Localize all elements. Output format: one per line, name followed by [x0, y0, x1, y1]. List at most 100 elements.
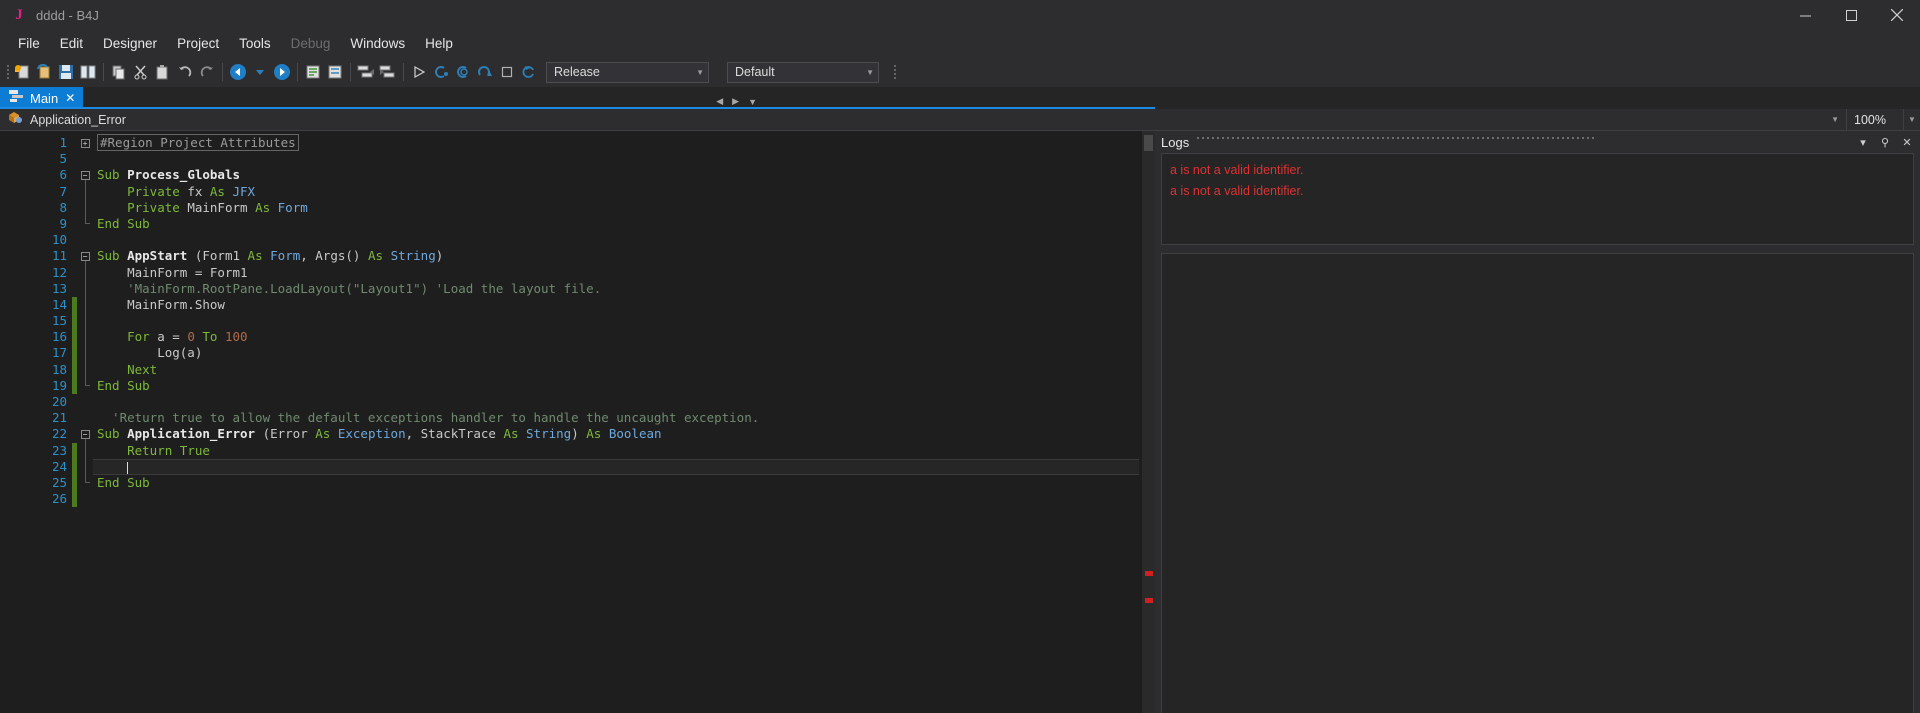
device-config-dropdown[interactable]: Default ▼ [727, 61, 879, 83]
comment-icon[interactable] [302, 60, 324, 84]
toolbar-separator [222, 63, 223, 81]
copy-icon[interactable] [108, 60, 130, 84]
code-line[interactable]: Private fx As JFX [93, 184, 1142, 200]
line-number: 19 [51, 377, 67, 393]
back-dropdown-icon[interactable] [249, 60, 271, 84]
build-config-dropdown[interactable]: Release ▼ [546, 61, 709, 83]
logs-drag-grip[interactable] [1197, 137, 1848, 147]
window-title: dddd - B4J [36, 7, 99, 23]
open-project-icon[interactable] [33, 60, 55, 84]
chevron-down-icon[interactable]: ▼ [1904, 115, 1920, 124]
code-line[interactable] [93, 232, 1142, 248]
menu-item-project[interactable]: Project [167, 33, 229, 54]
undo-icon[interactable] [174, 60, 196, 84]
chevron-left-icon[interactable]: ◀ [716, 96, 723, 107]
menu-item-file[interactable]: File [8, 33, 50, 54]
code-line[interactable]: #Region Project Attributes [93, 134, 1142, 151]
chevron-down-icon[interactable]: ▼ [1831, 115, 1839, 124]
stop-icon[interactable] [496, 60, 518, 84]
minimize-icon[interactable] [1782, 0, 1828, 30]
code-editor[interactable]: 1 5 6 7 8 9 10 11 12 13 14 15 16 17 18 19 20 21 22 23 24 25 26… [0, 131, 1155, 713]
run-icon[interactable] [408, 60, 430, 84]
editor-scrollbar[interactable] [1142, 131, 1155, 713]
line-number-gutter: 1 5 6 7 8 9 10 11 12 13 14 15 16 17 18 19 20 21 22 23 24 25 26 [0, 131, 72, 713]
fold-collapse-icon[interactable]: − [80, 429, 90, 439]
logs-messages-panel[interactable]: a is not a valid identifier. a is not a v… [1161, 153, 1914, 245]
back-icon[interactable] [227, 60, 249, 84]
code-line[interactable]: Sub Process_Globals [93, 167, 1142, 183]
close-icon[interactable]: ✕ [1900, 136, 1914, 149]
main-area: 1 5 6 7 8 9 10 11 12 13 14 15 16 17 18 19 20 21 22 23 24 25 26… [0, 131, 1920, 713]
fold-marker[interactable]: − [77, 248, 93, 265]
new-project-icon[interactable] [11, 60, 33, 84]
device-config-value: Default [735, 65, 775, 79]
breadcrumb-row: Application_Error ▼ 100% ▼ [0, 108, 1920, 131]
save-as-icon[interactable] [77, 60, 99, 84]
code-line[interactable] [93, 313, 1142, 329]
menu-item-windows[interactable]: Windows [340, 33, 415, 54]
code-line[interactable]: Next [93, 362, 1142, 378]
code-line[interactable]: 'Return true to allow the default except… [93, 410, 1142, 426]
menu-item-tools[interactable]: Tools [229, 33, 281, 54]
error-marker[interactable] [1145, 571, 1153, 576]
scrollbar-thumb[interactable] [1144, 135, 1153, 151]
pin-icon[interactable]: ⚲ [1878, 136, 1892, 149]
code-folding-gutter[interactable]: + − − − [77, 131, 93, 713]
menu-item-edit[interactable]: Edit [50, 33, 93, 54]
fold-collapse-icon[interactable]: − [80, 170, 90, 180]
redo-icon[interactable] [196, 60, 218, 84]
indent-icon[interactable] [377, 60, 399, 84]
code-line[interactable]: MainForm = Form1 [93, 265, 1142, 281]
code-line[interactable] [93, 491, 1142, 507]
code-line[interactable]: MainForm.Show [93, 297, 1142, 313]
fold-marker[interactable]: + [77, 135, 93, 151]
close-icon[interactable]: ✕ [65, 91, 75, 105]
chevron-down-icon[interactable]: ▾ [1856, 136, 1870, 149]
code-content[interactable]: #Region Project Attributes Sub Process_G… [93, 131, 1142, 713]
code-line[interactable]: End Sub [93, 475, 1142, 491]
outdent-icon[interactable] [355, 60, 377, 84]
paste-icon[interactable] [152, 60, 174, 84]
chevron-right-icon[interactable]: ▶ [732, 96, 739, 107]
continue-icon[interactable] [474, 60, 496, 84]
fold-collapse-icon[interactable]: − [80, 251, 90, 261]
code-line[interactable]: Sub AppStart (Form1 As Form, Args() As S… [93, 248, 1142, 264]
code-line[interactable]: Return True [93, 443, 1142, 459]
code-line[interactable]: Log(a) [93, 345, 1142, 361]
code-line[interactable] [93, 458, 1139, 475]
sub-selector-dropdown[interactable]: Application_Error ▼ [0, 109, 1846, 131]
line-number: 9 [59, 215, 67, 231]
forward-icon[interactable] [271, 60, 293, 84]
fold-marker[interactable]: − [77, 167, 93, 184]
code-token: 0 [187, 329, 195, 345]
run-inspect-icon[interactable] [452, 60, 474, 84]
run-debug-icon[interactable] [430, 60, 452, 84]
logs-output-panel[interactable] [1161, 253, 1914, 713]
error-marker[interactable] [1145, 598, 1153, 603]
menu-item-help[interactable]: Help [415, 33, 463, 54]
refresh-icon[interactable] [518, 60, 540, 84]
uncomment-icon[interactable] [324, 60, 346, 84]
toolbar-grip[interactable] [4, 63, 11, 81]
fold-expand-icon[interactable]: + [80, 138, 90, 148]
code-line[interactable]: 'MainForm.RootPane.LoadLayout("Layout1")… [93, 281, 1142, 297]
toolbar-grip-end[interactable] [891, 63, 898, 81]
close-icon[interactable] [1874, 0, 1920, 30]
code-line[interactable]: End Sub [93, 378, 1142, 394]
zoom-level-dropdown[interactable]: 100% [1846, 108, 1904, 131]
menu-item-designer[interactable]: Designer [93, 33, 167, 54]
fold-marker[interactable]: − [77, 426, 93, 443]
code-line[interactable]: For a = 0 To 100 [93, 329, 1142, 345]
code-line[interactable]: End Sub [93, 216, 1142, 232]
maximize-icon[interactable] [1828, 0, 1874, 30]
code-line[interactable] [93, 394, 1142, 410]
code-line[interactable] [93, 151, 1142, 167]
chevron-down-icon[interactable]: ▼ [748, 97, 757, 107]
save-icon[interactable] [55, 60, 77, 84]
cut-icon[interactable] [130, 60, 152, 84]
code-line[interactable]: Private MainForm As Form [93, 200, 1142, 216]
code-line[interactable]: Sub Application_Error (Error As Exceptio… [93, 426, 1142, 442]
tab-main[interactable]: Main ✕ [0, 87, 84, 109]
